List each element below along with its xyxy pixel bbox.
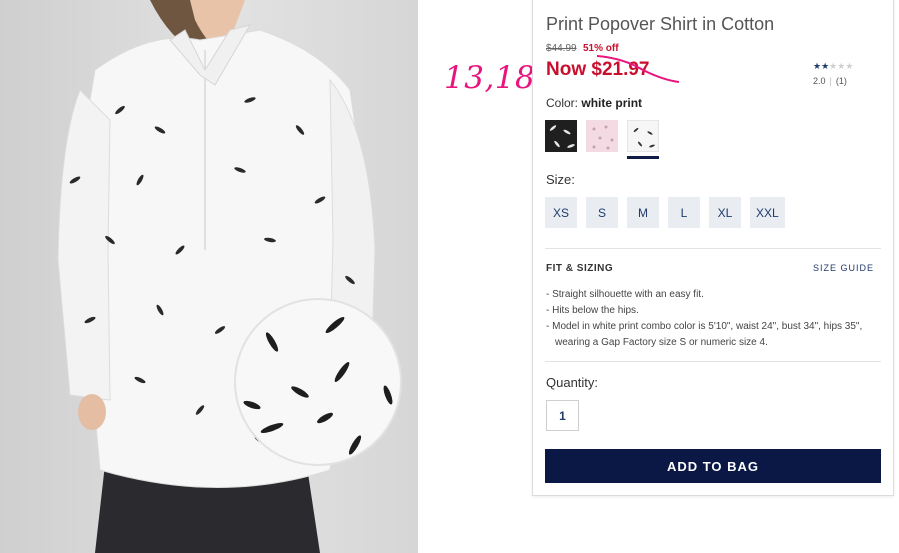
size-options: XS S M L XL XXL: [545, 197, 785, 228]
section-divider: [545, 361, 881, 362]
size-label: Size:: [546, 172, 575, 187]
swatch-black-print[interactable]: [545, 120, 577, 159]
size-option-xxl[interactable]: XXL: [750, 197, 785, 228]
rating-summary[interactable]: ★★★★★ 2.0 | (1): [813, 61, 873, 86]
rating-score: 2.0: [813, 76, 826, 86]
heart-pattern: [592, 125, 614, 150]
product-title: Print Popover Shirt in Cotton: [546, 14, 775, 34]
fit-detail-item: - Hits below the hips.: [546, 305, 639, 316]
feather-pattern: [633, 127, 655, 148]
star-icon: ★: [821, 61, 830, 71]
swatch-pink-print[interactable]: [586, 120, 618, 159]
section-divider: [545, 248, 881, 249]
fit-sizing-heading: FIT & SIZING: [546, 263, 614, 274]
size-option-s[interactable]: S: [586, 197, 618, 228]
handwritten-price-note: 13,18: [444, 60, 536, 96]
color-label-row: Color: white print: [546, 96, 642, 110]
star-empty-icon: ★: [845, 61, 854, 71]
size-guide-link[interactable]: SIZE GUIDE: [813, 263, 874, 273]
review-count[interactable]: (1): [836, 76, 847, 86]
feather-pattern: [549, 125, 575, 148]
fit-detail-item: - Model in white print combo color is 5'…: [546, 321, 863, 348]
fit-detail-item: - Straight silhouette with an easy fit.: [546, 289, 704, 300]
quantity-label: Quantity:: [546, 375, 599, 390]
product-detail-panel: Print Popover Shirt in Cotton $44.99 51%…: [532, 0, 894, 496]
swatch-white-print[interactable]: [627, 120, 659, 159]
quantity-input[interactable]: 1: [546, 400, 579, 431]
price-scribble: [596, 55, 680, 83]
star-icon: ★: [813, 61, 822, 71]
size-option-xs[interactable]: XS: [545, 197, 577, 228]
model-illustration: [57, 0, 402, 553]
selected-color: white print: [581, 96, 643, 110]
size-option-xl[interactable]: XL: [709, 197, 741, 228]
color-swatches: [545, 120, 659, 159]
rating-stars: ★★★★★: [813, 61, 873, 71]
color-label: Color:: [546, 96, 579, 110]
original-price: $44.99: [546, 43, 577, 54]
rating-separator: |: [829, 76, 832, 86]
size-option-l[interactable]: L: [668, 197, 700, 228]
fit-details-list: - Straight silhouette with an easy fit. …: [546, 287, 880, 351]
add-to-bag-button[interactable]: ADD TO BAG: [545, 449, 881, 483]
product-image[interactable]: [0, 0, 418, 553]
size-option-m[interactable]: M: [627, 197, 659, 228]
